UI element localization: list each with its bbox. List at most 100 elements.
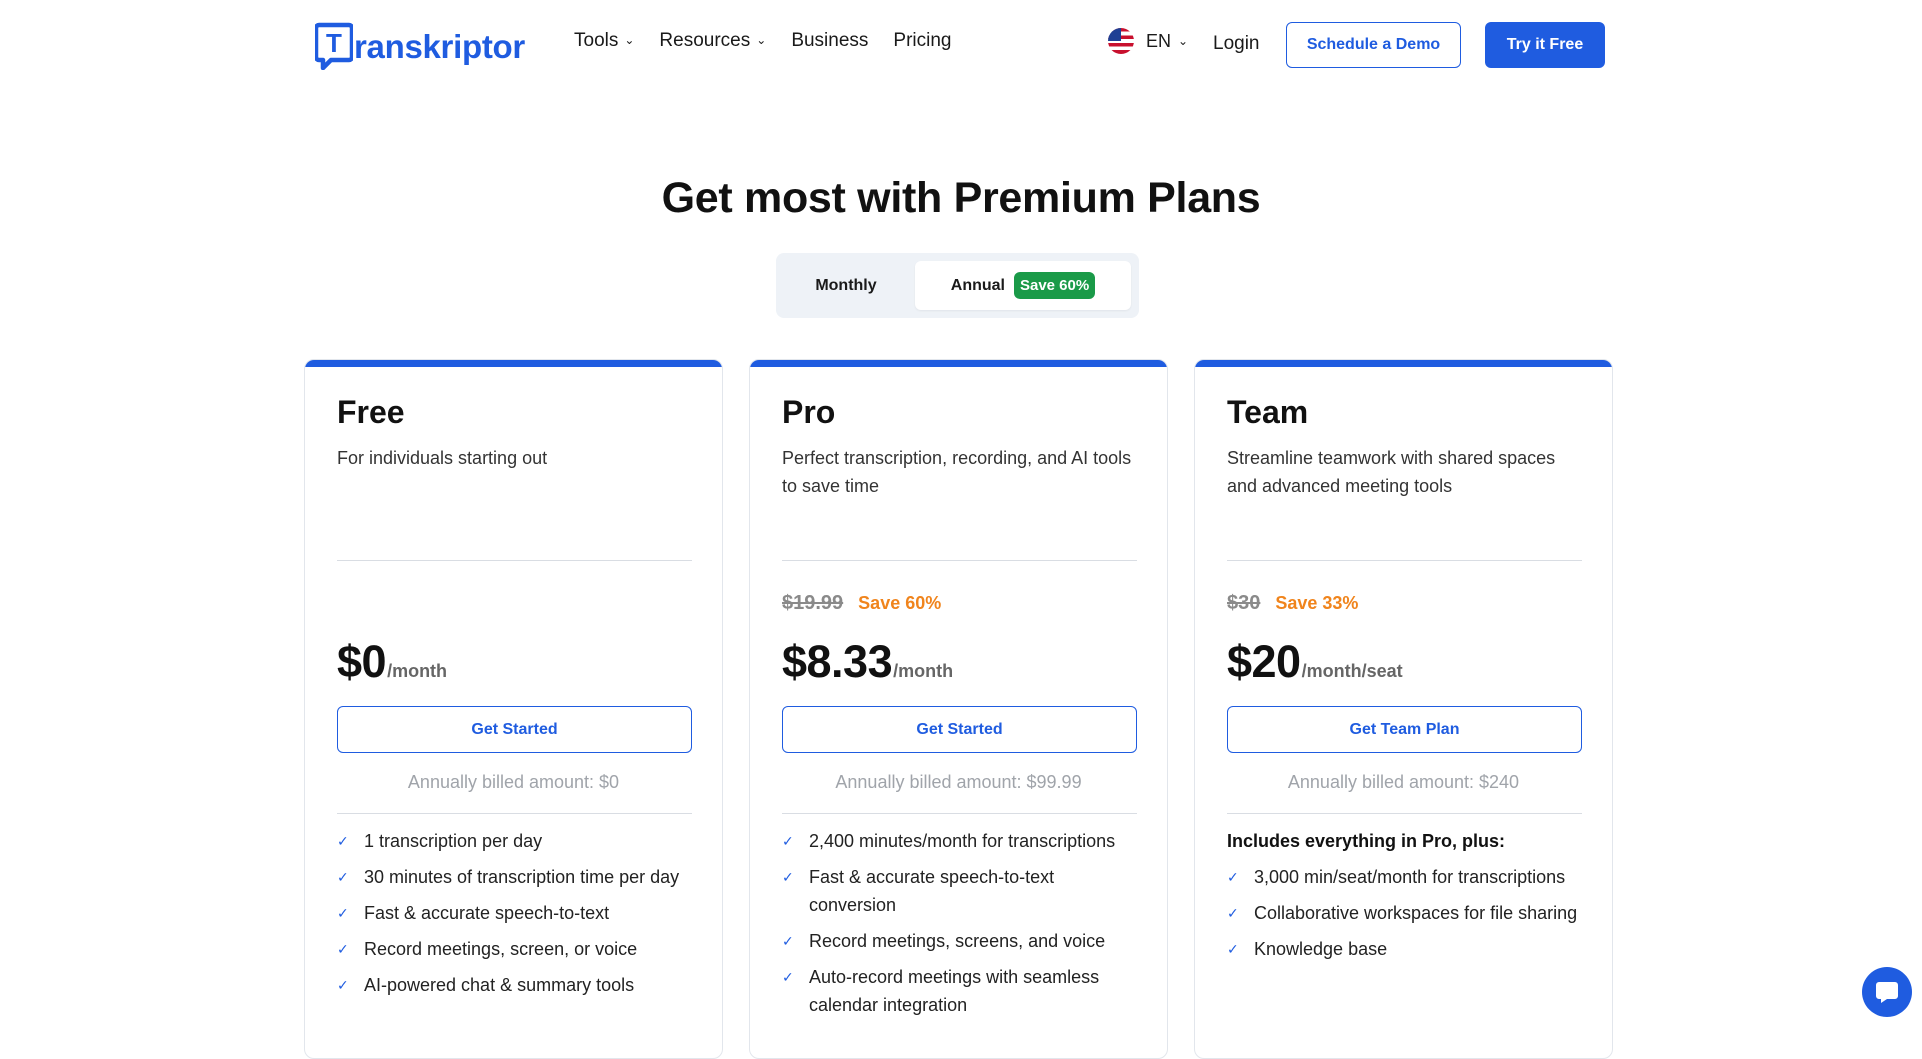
feature-item: ✓ Auto-record meetings with seamless cale… bbox=[782, 963, 1142, 1019]
chat-widget-button[interactable] bbox=[1862, 967, 1912, 1017]
check-icon: ✓ bbox=[337, 869, 349, 885]
plan-price: $0 bbox=[337, 636, 387, 687]
plan-description: Streamline teamwork with shared spaces a… bbox=[1227, 448, 1556, 496]
feature-item: ✓ Collaborative workspaces for file shari… bbox=[1227, 899, 1587, 927]
feature-text: Knowledge base bbox=[1254, 939, 1388, 959]
chevron-down-icon: ⌄ bbox=[1178, 34, 1189, 48]
feature-item: ✓ 3,000 min/seat/month for transcriptions bbox=[1227, 863, 1587, 891]
chat-bubble-icon bbox=[1876, 982, 1898, 1003]
feature-item: ✓ Knowledge base bbox=[1227, 935, 1587, 963]
language-label: EN bbox=[1146, 30, 1172, 51]
feature-item: ✓ 2,400 minutes/month for transcriptions bbox=[782, 827, 1142, 855]
login-link[interactable]: Login bbox=[1213, 33, 1260, 55]
price-unit: /month/seat bbox=[1301, 661, 1403, 681]
discount-row: $30 Save 33% bbox=[1227, 592, 1358, 615]
billed-amount: Annually billed amount: $0 bbox=[407, 772, 620, 792]
feature-list: Includes everything in Pro, plus: ✓ 3,000… bbox=[1227, 827, 1587, 971]
logo-text: ranskriptor bbox=[354, 27, 525, 65]
feature-text: 3,000 min/seat/month for transcriptions bbox=[1254, 867, 1566, 887]
plan-name: Team bbox=[1227, 394, 1309, 430]
nav-tools[interactable]: Tools ⌄ bbox=[574, 30, 634, 52]
chevron-down-icon: ⌄ bbox=[624, 33, 635, 47]
discount-row: $19.99 Save 60% bbox=[782, 592, 941, 615]
feature-item: ✓ 1 transcription per day bbox=[337, 827, 697, 855]
feature-text: Fast & accurate speech-to-text conversio… bbox=[809, 867, 1055, 915]
nav-tools-label: Tools bbox=[574, 30, 619, 51]
us-flag-icon bbox=[1108, 28, 1134, 54]
plan-card-pro: Pro Perfect transcription, recording, an… bbox=[749, 359, 1168, 1059]
feature-item: ✓ Record meetings, screen, or voice bbox=[337, 935, 697, 963]
schedule-demo-button[interactable]: Schedule a Demo bbox=[1286, 22, 1461, 68]
chevron-down-icon: ⌄ bbox=[756, 33, 767, 47]
check-icon: ✓ bbox=[337, 941, 349, 957]
divider bbox=[1227, 560, 1582, 561]
get-started-button[interactable]: Get Started bbox=[782, 706, 1137, 753]
get-started-button[interactable]: Get Started bbox=[337, 706, 692, 753]
page-title: Get most with Premium Plans bbox=[661, 174, 1261, 222]
get-team-plan-button[interactable]: Get Team Plan bbox=[1227, 706, 1582, 753]
card-accent-bar bbox=[1195, 360, 1612, 367]
feature-text: Auto-record meetings with seamless calen… bbox=[809, 967, 1100, 1015]
logo-mark-icon: T bbox=[315, 22, 353, 70]
feature-text: Collaborative workspaces for file sharin… bbox=[1254, 903, 1578, 923]
divider bbox=[1227, 813, 1582, 814]
nav-resources[interactable]: Resources ⌄ bbox=[659, 30, 766, 52]
toggle-annual-label: Annual bbox=[950, 276, 1005, 294]
main-nav: Tools ⌄ Resources ⌄ Business Pricing bbox=[574, 30, 977, 52]
plan-price: $20 bbox=[1227, 636, 1301, 687]
plan-description: Perfect transcription, recording, and AI… bbox=[782, 448, 1132, 496]
nav-business[interactable]: Business bbox=[791, 30, 868, 52]
feature-text: 30 minutes of transcription time per day bbox=[364, 867, 680, 887]
feature-item: ✓ AI-powered chat & summary tools bbox=[337, 971, 697, 999]
plan-description: For individuals starting out bbox=[337, 448, 548, 468]
original-price: $19.99 bbox=[782, 592, 844, 614]
try-free-button[interactable]: Try it Free bbox=[1485, 22, 1605, 68]
feature-text: 2,400 minutes/month for transcriptions bbox=[809, 831, 1116, 851]
feature-item: ✓ Record meetings, screens, and voice bbox=[782, 927, 1142, 955]
check-icon: ✓ bbox=[1227, 941, 1239, 957]
check-icon: ✓ bbox=[782, 969, 794, 985]
price-unit: /month bbox=[387, 661, 448, 681]
billed-amount: Annually billed amount: $240 bbox=[1287, 772, 1520, 792]
features-heading: Includes everything in Pro, plus: bbox=[1227, 831, 1506, 851]
billed-amount: Annually billed amount: $99.99 bbox=[835, 772, 1082, 792]
check-icon: ✓ bbox=[782, 933, 794, 949]
feature-text: Fast & accurate speech-to-text bbox=[364, 903, 610, 923]
feature-text: 1 transcription per day bbox=[364, 831, 543, 851]
language-selector[interactable]: EN ⌄ bbox=[1108, 28, 1188, 54]
nav-pricing-label: Pricing bbox=[893, 30, 952, 51]
toggle-annual[interactable]: Annual Save 60% bbox=[915, 261, 1131, 310]
feature-item: ✓ Fast & accurate speech-to-text conversi… bbox=[782, 863, 1142, 919]
feature-list: ✓ 1 transcription per day ✓ 30 minutes of … bbox=[337, 827, 697, 1007]
plan-name: Free bbox=[337, 394, 405, 430]
save-percent: Save 60% bbox=[858, 593, 942, 613]
divider bbox=[782, 560, 1137, 561]
billing-toggle: Monthly Annual Save 60% bbox=[776, 253, 1139, 318]
price-row: $8.33 /month bbox=[782, 636, 953, 688]
card-accent-bar bbox=[750, 360, 1167, 367]
nav-business-label: Business bbox=[791, 30, 869, 51]
check-icon: ✓ bbox=[782, 869, 794, 885]
divider bbox=[337, 813, 692, 814]
check-icon: ✓ bbox=[337, 833, 349, 849]
nav-pricing[interactable]: Pricing bbox=[893, 30, 951, 52]
plan-price: $8.33 bbox=[782, 636, 893, 687]
divider bbox=[782, 813, 1137, 814]
feature-list: ✓ 2,400 minutes/month for transcriptions … bbox=[782, 827, 1142, 1027]
toggle-monthly[interactable]: Monthly bbox=[776, 253, 916, 318]
divider bbox=[337, 560, 692, 561]
feature-item: ✓ Fast & accurate speech-to-text bbox=[337, 899, 697, 927]
feature-text: Record meetings, screens, and voice bbox=[809, 931, 1106, 951]
price-unit: /month bbox=[893, 661, 954, 681]
nav-resources-label: Resources bbox=[659, 30, 751, 51]
feature-text: Record meetings, screen, or voice bbox=[364, 939, 638, 959]
check-icon: ✓ bbox=[1227, 869, 1239, 885]
feature-item: ✓ 30 minutes of transcription time per da… bbox=[337, 863, 697, 891]
save-percent: Save 33% bbox=[1275, 593, 1359, 613]
price-row: $0 /month bbox=[337, 636, 447, 688]
transkriptor-logo[interactable]: T ranskriptor bbox=[315, 20, 525, 72]
check-icon: ✓ bbox=[1227, 905, 1239, 921]
site-header: T ranskriptor Tools ⌄ Resources ⌄ Busine… bbox=[0, 0, 1922, 90]
check-icon: ✓ bbox=[337, 977, 349, 993]
save-badge: Save 60% bbox=[1013, 272, 1096, 299]
